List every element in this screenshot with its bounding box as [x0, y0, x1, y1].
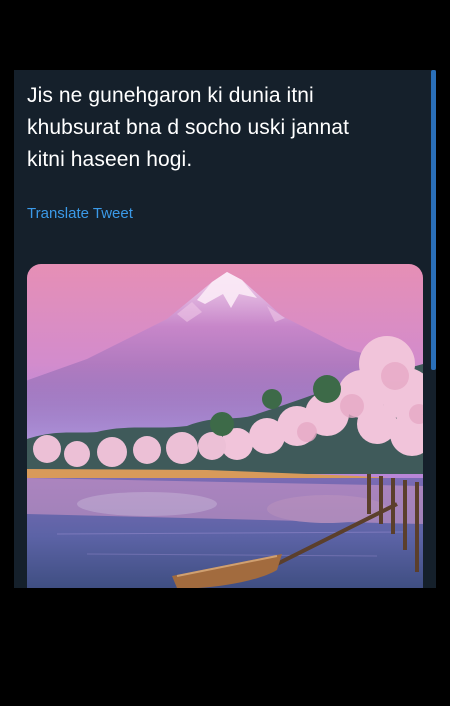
tweet-text-line: khubsurat bna d socho uski jannat	[27, 116, 350, 139]
landscape-photo	[27, 264, 423, 588]
tweet-card[interactable]: Jis ne gunehgaron ki dunia itni khubsura…	[14, 70, 436, 588]
tweet-text-line: kitni haseen hogi.	[27, 148, 193, 171]
tweet-text: Jis ne gunehgaron ki dunia itni khubsura…	[27, 80, 427, 176]
translate-tweet-link[interactable]: Translate Tweet	[27, 205, 133, 223]
scrollbar[interactable]	[431, 70, 436, 370]
tweet-text-line: Jis ne gunehgaron ki dunia itni	[27, 84, 314, 107]
screen-frame: Jis ne gunehgaron ki dunia itni khubsura…	[0, 0, 450, 706]
tweet-media-image[interactable]	[27, 264, 423, 588]
